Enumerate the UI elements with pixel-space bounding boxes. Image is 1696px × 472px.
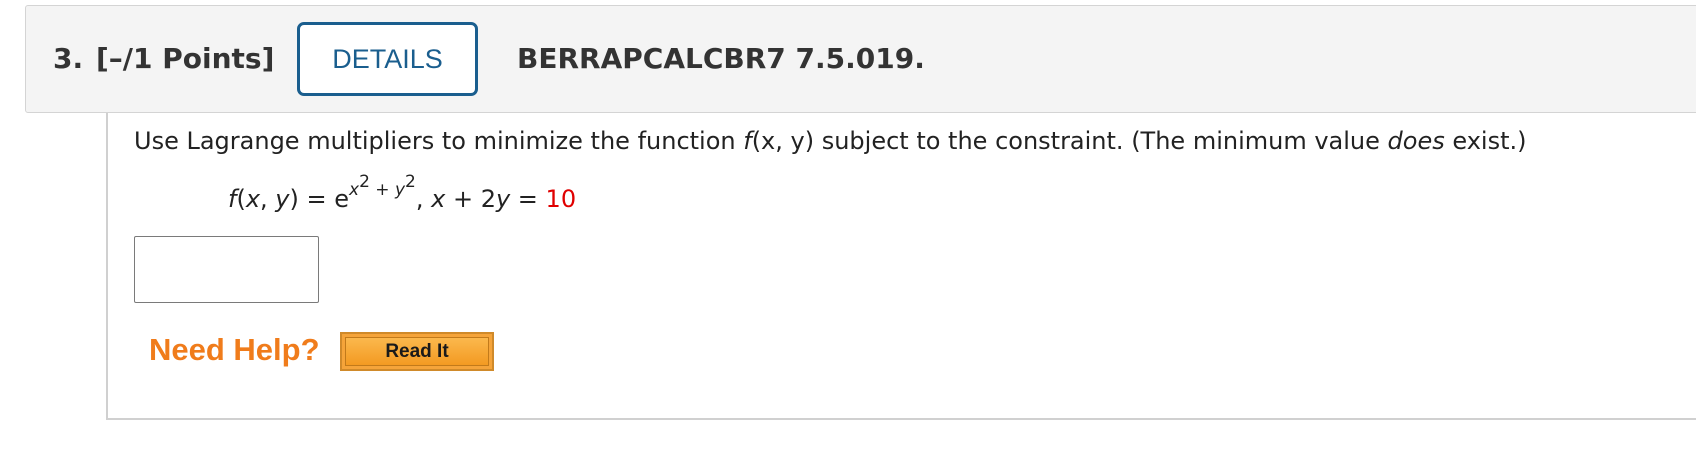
question-code: BERRAPCALCBR7 7.5.019. [517, 42, 925, 75]
instructions-intro: Use Lagrange multipliers to minimize the… [134, 127, 744, 155]
details-button[interactable]: DETAILS [297, 22, 478, 96]
formula-var-x: x [245, 185, 261, 213]
problem-formula: f(x, y) = ex2 + y2, x + 2y = 10 [228, 172, 577, 213]
instructions-end: exist.) [1444, 127, 1527, 155]
exponent-x-power: 2 [359, 172, 370, 192]
problem-instructions: Use Lagrange multipliers to minimize the… [134, 127, 1526, 155]
constraint-value: 10 [545, 185, 577, 213]
formula-paren-close: ) [289, 185, 299, 213]
instructions-func-args: (x, y) [751, 127, 815, 155]
exponent-y-power: 2 [405, 172, 416, 192]
formula-var-y: y [275, 185, 290, 213]
exponent-y: y [394, 180, 406, 200]
instructions-emphasis: does [1387, 127, 1445, 155]
exponent-x: x [349, 180, 360, 200]
constraint-plus-two: + 2 [445, 185, 496, 213]
need-help-label: Need Help? [149, 332, 320, 367]
question-points: [–/1 Points] [96, 42, 275, 75]
constraint-equals: = [510, 185, 546, 213]
formula-equals-e: = e [298, 185, 350, 213]
read-it-button[interactable]: Read It [340, 332, 494, 371]
exponent-plus: + [369, 180, 395, 200]
formula-paren-open: ( [236, 185, 246, 213]
question-number: 3. [53, 42, 84, 75]
formula-exponent: x2 + y2 [349, 172, 416, 200]
question-body-panel [106, 113, 1696, 420]
constraint-x: x [431, 185, 446, 213]
formula-separator: , [415, 185, 432, 213]
read-it-button-label: Read It [345, 337, 489, 366]
answer-input-box[interactable] [134, 236, 319, 303]
constraint-y: y [495, 185, 511, 213]
instructions-func-name: f [743, 127, 752, 155]
instructions-middle: subject to the constraint. (The minimum … [814, 127, 1388, 155]
formula-comma: , [260, 185, 276, 213]
